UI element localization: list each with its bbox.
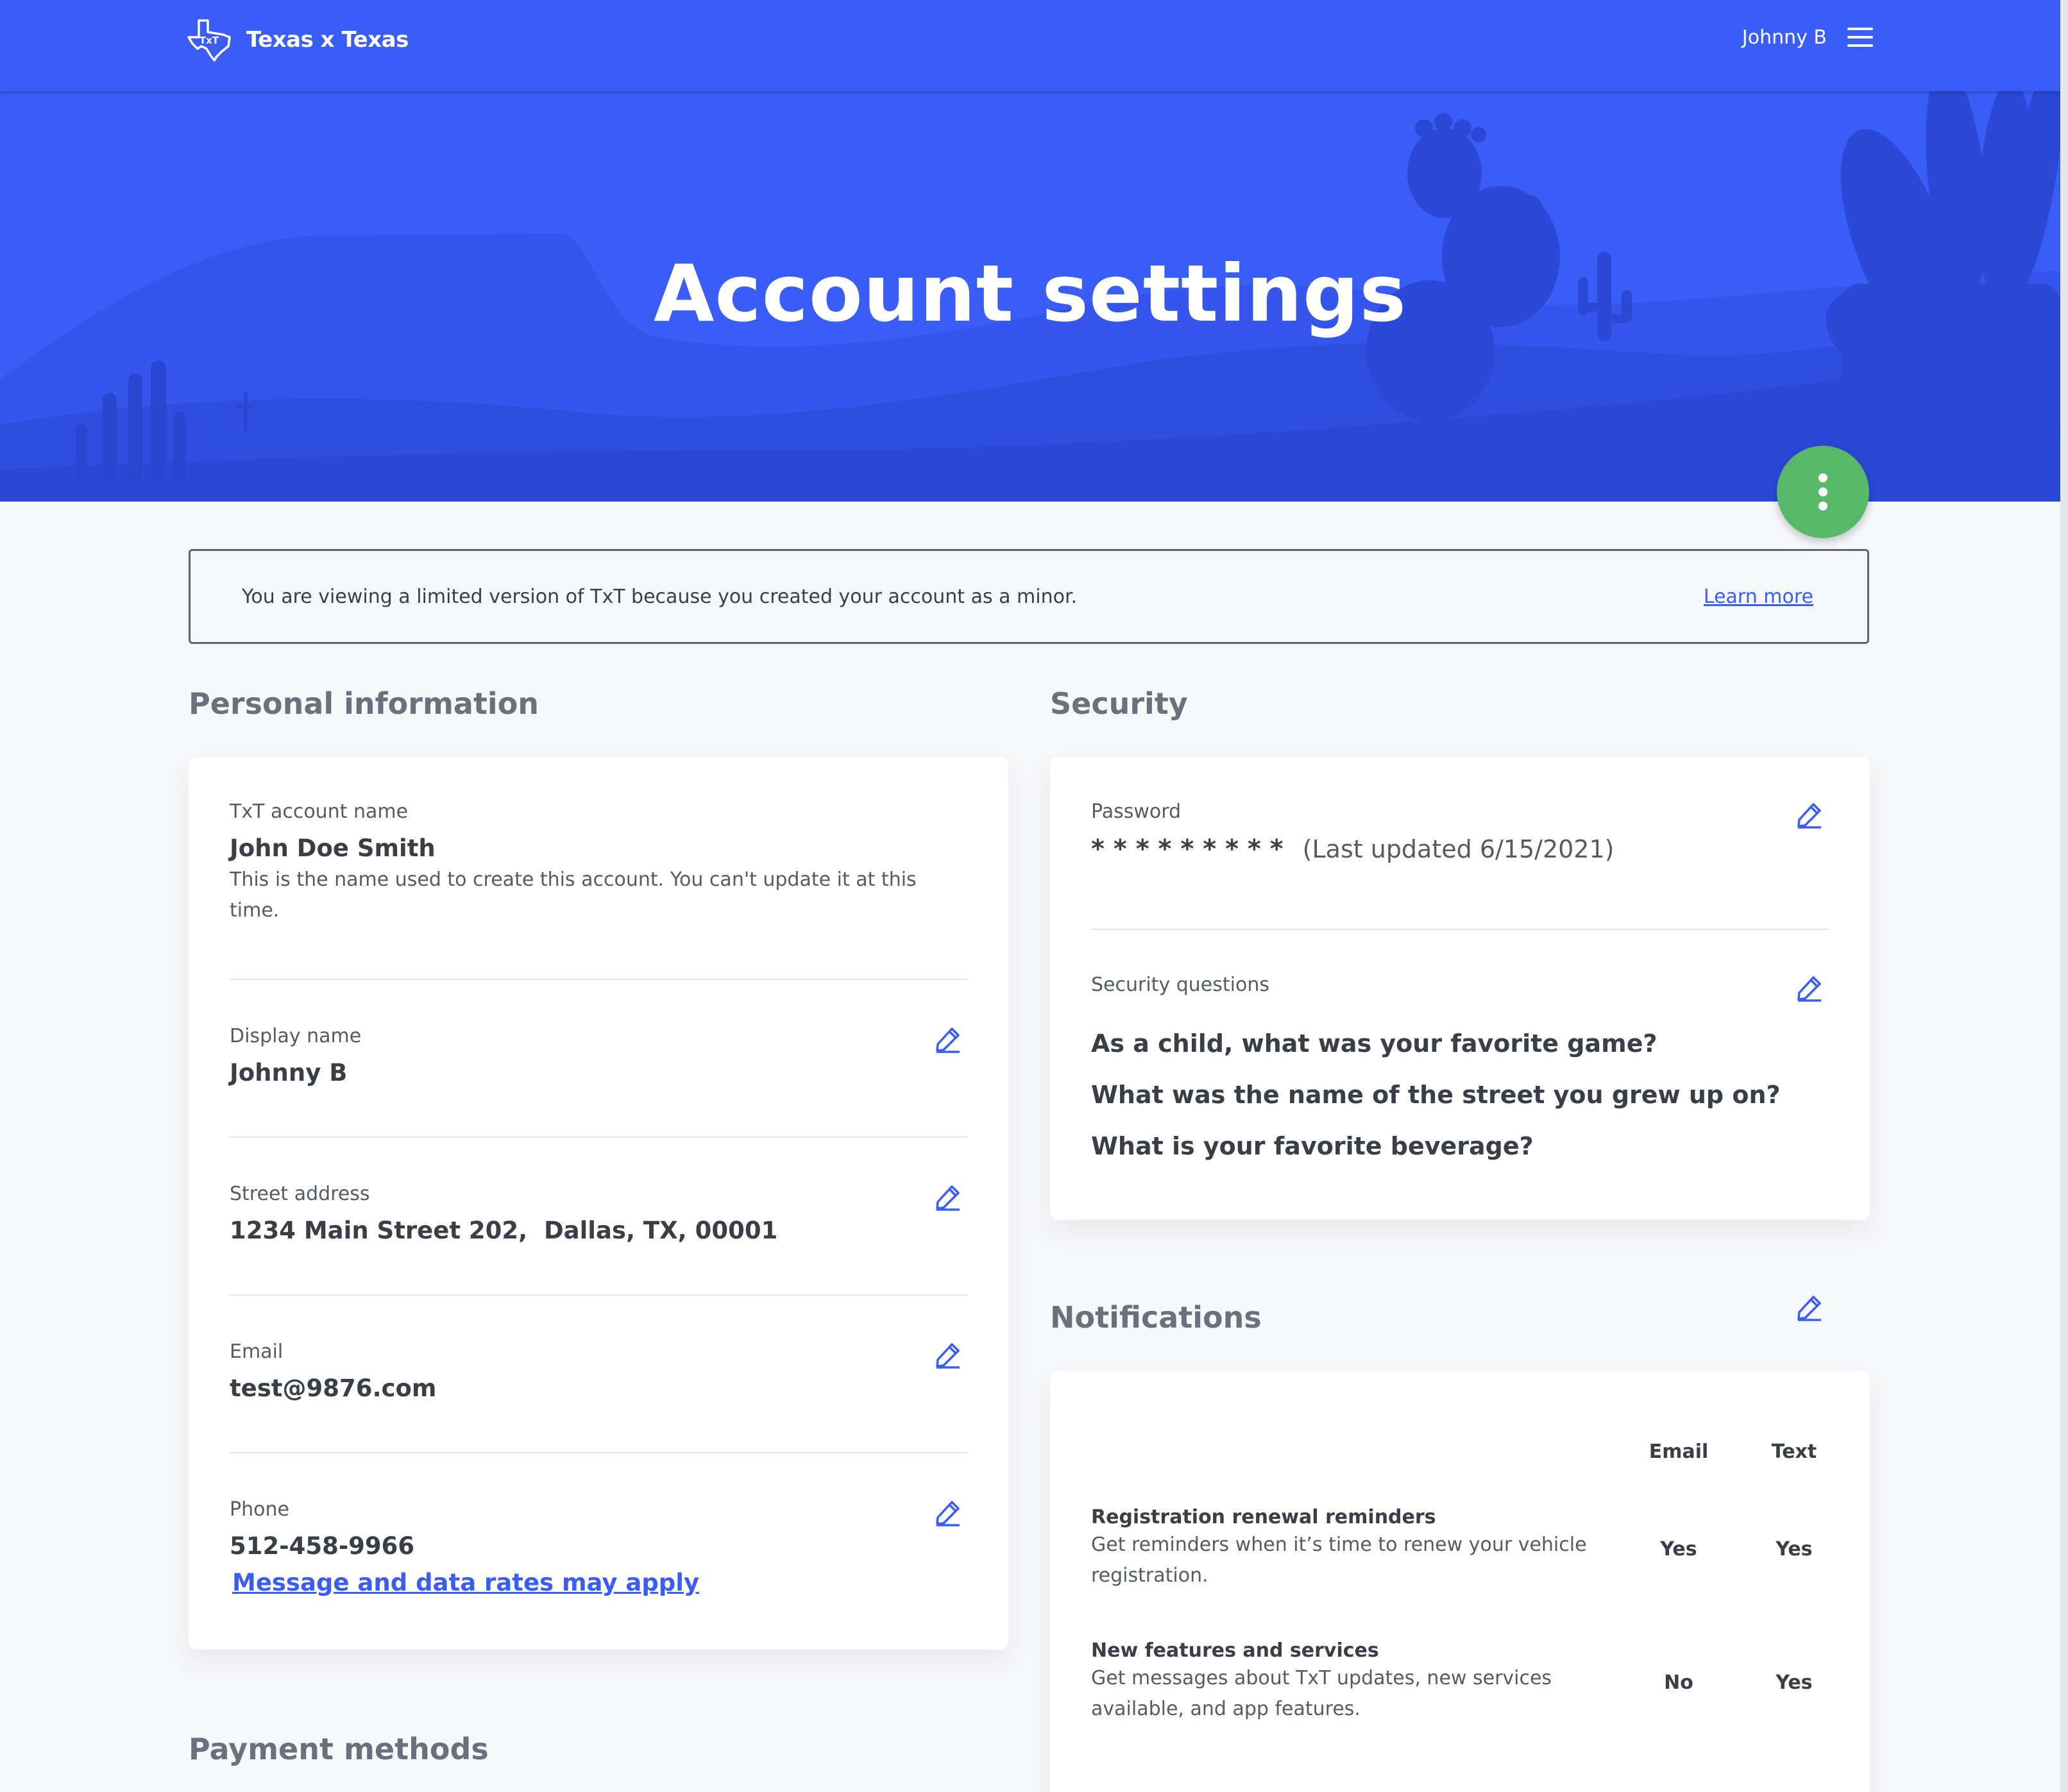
notification-title: Registration renewal reminders [1091,1506,1436,1528]
security-questions-field: Security questions As a child, what was … [1091,974,1797,1160]
features-text-value: Yes [1776,1671,1813,1694]
column-header-text: Text [1771,1441,1817,1463]
user-menu: Johnny B [1742,26,1874,49]
security-questions-label: Security questions [1091,974,1269,996]
notifications-card: Email Text Registration renewal reminder… [1050,1371,1870,1792]
security-question-2: What was the name of the street you grew… [1091,1081,1781,1109]
more-vertical-icon [1818,473,1827,511]
notification-description: Get reminders when it’s time to renew yo… [1091,1534,1587,1587]
email-value: test@9876.com [230,1374,437,1402]
edit-display-name-button[interactable] [934,1025,962,1053]
registration-email-value: Yes [1660,1538,1697,1560]
security-question-3: What is your favorite beverage? [1091,1132,1534,1160]
pencil-icon [936,1185,960,1211]
personal-info-card: TxT account name John Doe Smith This is … [189,757,1008,1650]
notification-row: New features and services Get messages a… [1091,1639,1591,1725]
security-card: Password * * * * * * * * * (Last updated… [1050,757,1870,1220]
password-last-updated: (Last updated 6/15/2021) [1302,835,1615,863]
divider [230,1452,967,1453]
display-name-value: Johnny B [230,1059,348,1086]
edit-street-address-button[interactable] [934,1183,962,1211]
street-address-field: Street address 1234 Main Street 202, Dal… [230,1183,777,1244]
notification-description: Get messages about TxT updates, new serv… [1091,1667,1552,1720]
page-title: Account settings [654,248,1407,339]
edit-notifications-button[interactable] [1795,1293,1824,1321]
hamburger-menu-icon[interactable] [1846,26,1874,49]
pencil-icon [1797,1296,1821,1321]
pencil-icon [1797,976,1821,1002]
minor-notice-banner: You are viewing a limited version of TxT… [189,549,1869,644]
account-name-help: This is the name used to create this acc… [230,868,917,922]
account-name-label: TxT account name [230,800,409,823]
security-heading: Security [1050,686,1188,721]
user-name[interactable]: Johnny B [1742,26,1827,49]
divider [230,979,967,980]
learn-more-link[interactable]: Learn more [1704,586,1813,608]
banner-text: You are viewing a limited version of TxT… [242,586,1078,608]
data-rates-link[interactable]: Message and data rates may apply [230,1569,699,1596]
street-address-label: Street address [230,1183,370,1205]
email-field: Email test@9876.com [230,1340,436,1402]
password-label: Password [1091,800,1182,823]
display-name-field: Display name Johnny B [230,1025,361,1086]
edit-password-button[interactable] [1795,800,1824,829]
divider [1091,929,1829,930]
phone-label: Phone [230,1498,289,1521]
edit-phone-button[interactable] [934,1498,962,1526]
phone-value: 512-458-9966 [230,1532,415,1560]
password-field: Password * * * * * * * * * (Last updated… [1091,800,1615,864]
features-email-value: No [1664,1671,1693,1694]
pencil-icon [1797,803,1821,829]
pencil-icon [936,1027,960,1053]
street-address-value: 1234 Main Street 202, Dallas, TX, 00001 [230,1217,778,1244]
edit-security-questions-button[interactable] [1795,974,1824,1002]
texas-logo-icon: TxT [187,19,231,62]
account-name-value: John Doe Smith [230,834,436,862]
registration-text-value: Yes [1776,1538,1813,1560]
account-name-field: TxT account name John Doe Smith This is … [230,800,967,926]
brand-name: Texas x Texas [246,27,409,53]
pencil-icon [936,1501,960,1526]
phone-field: Phone 512-458-9966 Message and data rate… [230,1498,699,1596]
pencil-icon [936,1343,960,1369]
hero-banner: Account settings [0,91,2060,502]
edit-email-button[interactable] [934,1340,962,1369]
divider [230,1137,967,1138]
svg-text:TxT: TxT [199,35,219,46]
notification-row: Registration renewal reminders Get remin… [1091,1506,1591,1591]
divider [230,1294,967,1296]
security-question-1: As a child, what was your favorite game? [1091,1029,1657,1058]
notification-title: New features and services [1091,1639,1379,1662]
more-actions-button[interactable] [1777,446,1869,538]
email-label: Email [230,1340,284,1363]
column-header-email: Email [1648,1441,1709,1463]
personal-info-heading: Personal information [189,686,539,721]
payment-methods-heading: Payment methods [189,1732,489,1766]
page: TxT Texas x Texas Johnny B Account setti… [0,0,2060,1792]
display-name-label: Display name [230,1025,362,1047]
notifications-heading: Notifications [1050,1300,1262,1335]
brand-logo[interactable]: TxT Texas x Texas [186,18,409,62]
password-masked: * * * * * * * * * [1091,834,1284,864]
window-edge [2060,0,2068,1792]
top-nav-bar: TxT Texas x Texas Johnny B [0,0,2060,91]
